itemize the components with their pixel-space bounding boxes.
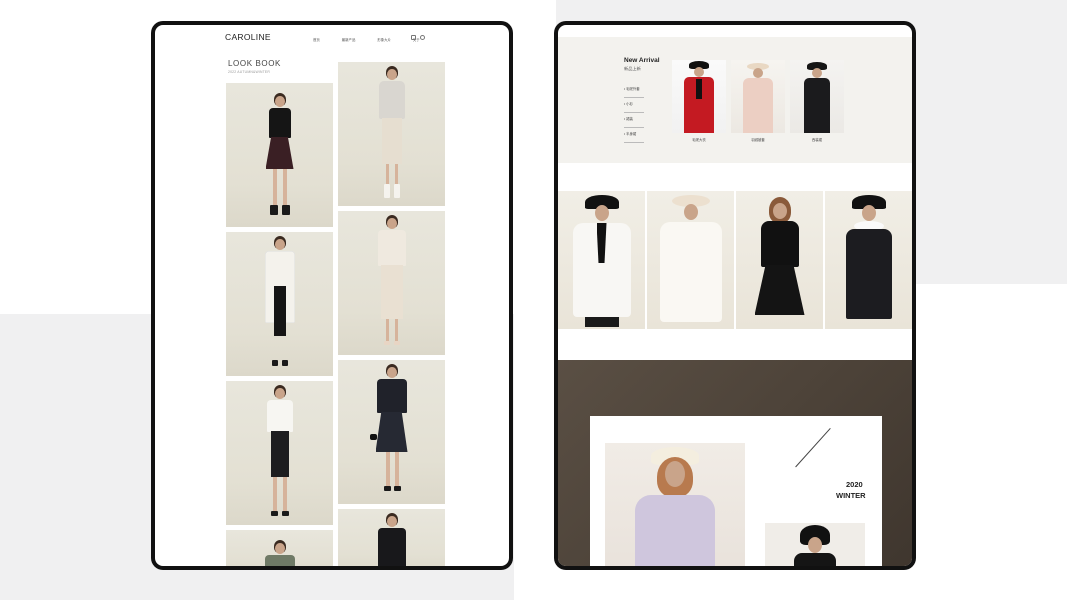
lookbook-photo-6[interactable] [338, 211, 445, 355]
category-item[interactable]: • 半身裙 [624, 128, 644, 143]
lookbook-photo-1[interactable] [226, 83, 333, 227]
top-nav: CAROLINE 首页 最新产品 形象大片 关于 [155, 25, 509, 53]
product-card-3[interactable] [790, 60, 844, 133]
product-card-2[interactable] [731, 60, 785, 133]
lookbook-photo-7[interactable] [338, 360, 445, 504]
user-icon[interactable] [420, 35, 425, 40]
device-frame-left: CAROLINE 首页 最新产品 形象大片 关于 LOOK BOOK 2022 … [151, 21, 513, 570]
campaign-section: 2020 WINTER [558, 360, 912, 566]
bag-icon[interactable] [411, 35, 416, 40]
lookbook-photo-8[interactable] [338, 509, 445, 566]
lookbook-photo-4[interactable] [226, 530, 333, 566]
new-arrival-subtitle: 新品上新 [624, 66, 641, 71]
device-frame-right: New Arrival 新品上新 • 毛呢外套 • 小衫 • 裙装 • 半身裙 [554, 21, 916, 570]
product-card-1[interactable] [672, 60, 726, 133]
lookbook-title: LOOK BOOK [228, 59, 281, 68]
nav-link-new-products[interactable]: 最新产品 [342, 37, 356, 42]
featured-photo-3[interactable] [736, 191, 823, 329]
lookbook-photo-3[interactable] [226, 381, 333, 525]
lookbook-photo-5[interactable] [338, 62, 445, 206]
new-arrival-title: New Arrival [624, 57, 660, 64]
campaign-season: WINTER [836, 491, 866, 500]
featured-photo-strip [558, 191, 912, 329]
lookbook-subtitle: 2022 AUTUMN&WINTER [228, 70, 271, 74]
category-item[interactable]: • 小衫 [624, 98, 644, 113]
lookbook-photo-2[interactable] [226, 232, 333, 376]
nav-icons [411, 35, 429, 40]
featured-photo-1[interactable] [558, 191, 645, 329]
lookbook-page: CAROLINE 首页 最新产品 形象大片 关于 LOOK BOOK 2022 … [155, 25, 509, 566]
nav-link-campaign[interactable]: 形象大片 [377, 37, 391, 42]
product-caption-2: 羽绒被套 [751, 138, 765, 142]
nav-link-home[interactable]: 首页 [313, 37, 320, 42]
category-item[interactable]: • 毛呢外套 [624, 83, 644, 98]
decorative-diagonal-line [795, 428, 831, 468]
campaign-year: 2020 [846, 480, 863, 489]
campaign-photo-secondary[interactable] [765, 523, 865, 566]
campaign-card: 2020 WINTER [590, 416, 882, 566]
featured-photo-4[interactable] [825, 191, 912, 329]
category-menu: • 毛呢外套 • 小衫 • 裙装 • 半身裙 [624, 83, 644, 143]
homepage: New Arrival 新品上新 • 毛呢外套 • 小衫 • 裙装 • 半身裙 [558, 25, 912, 566]
category-item[interactable]: • 裙装 [624, 113, 644, 128]
featured-photo-2[interactable] [647, 191, 734, 329]
product-caption-3: 西装裙 [811, 138, 823, 142]
new-arrival-section: New Arrival 新品上新 • 毛呢外套 • 小衫 • 裙装 • 半身裙 [558, 37, 912, 163]
product-caption-1: 毛呢大衣 [692, 138, 706, 142]
campaign-photo-main[interactable] [605, 443, 745, 566]
brand-logo[interactable]: CAROLINE [225, 32, 271, 42]
